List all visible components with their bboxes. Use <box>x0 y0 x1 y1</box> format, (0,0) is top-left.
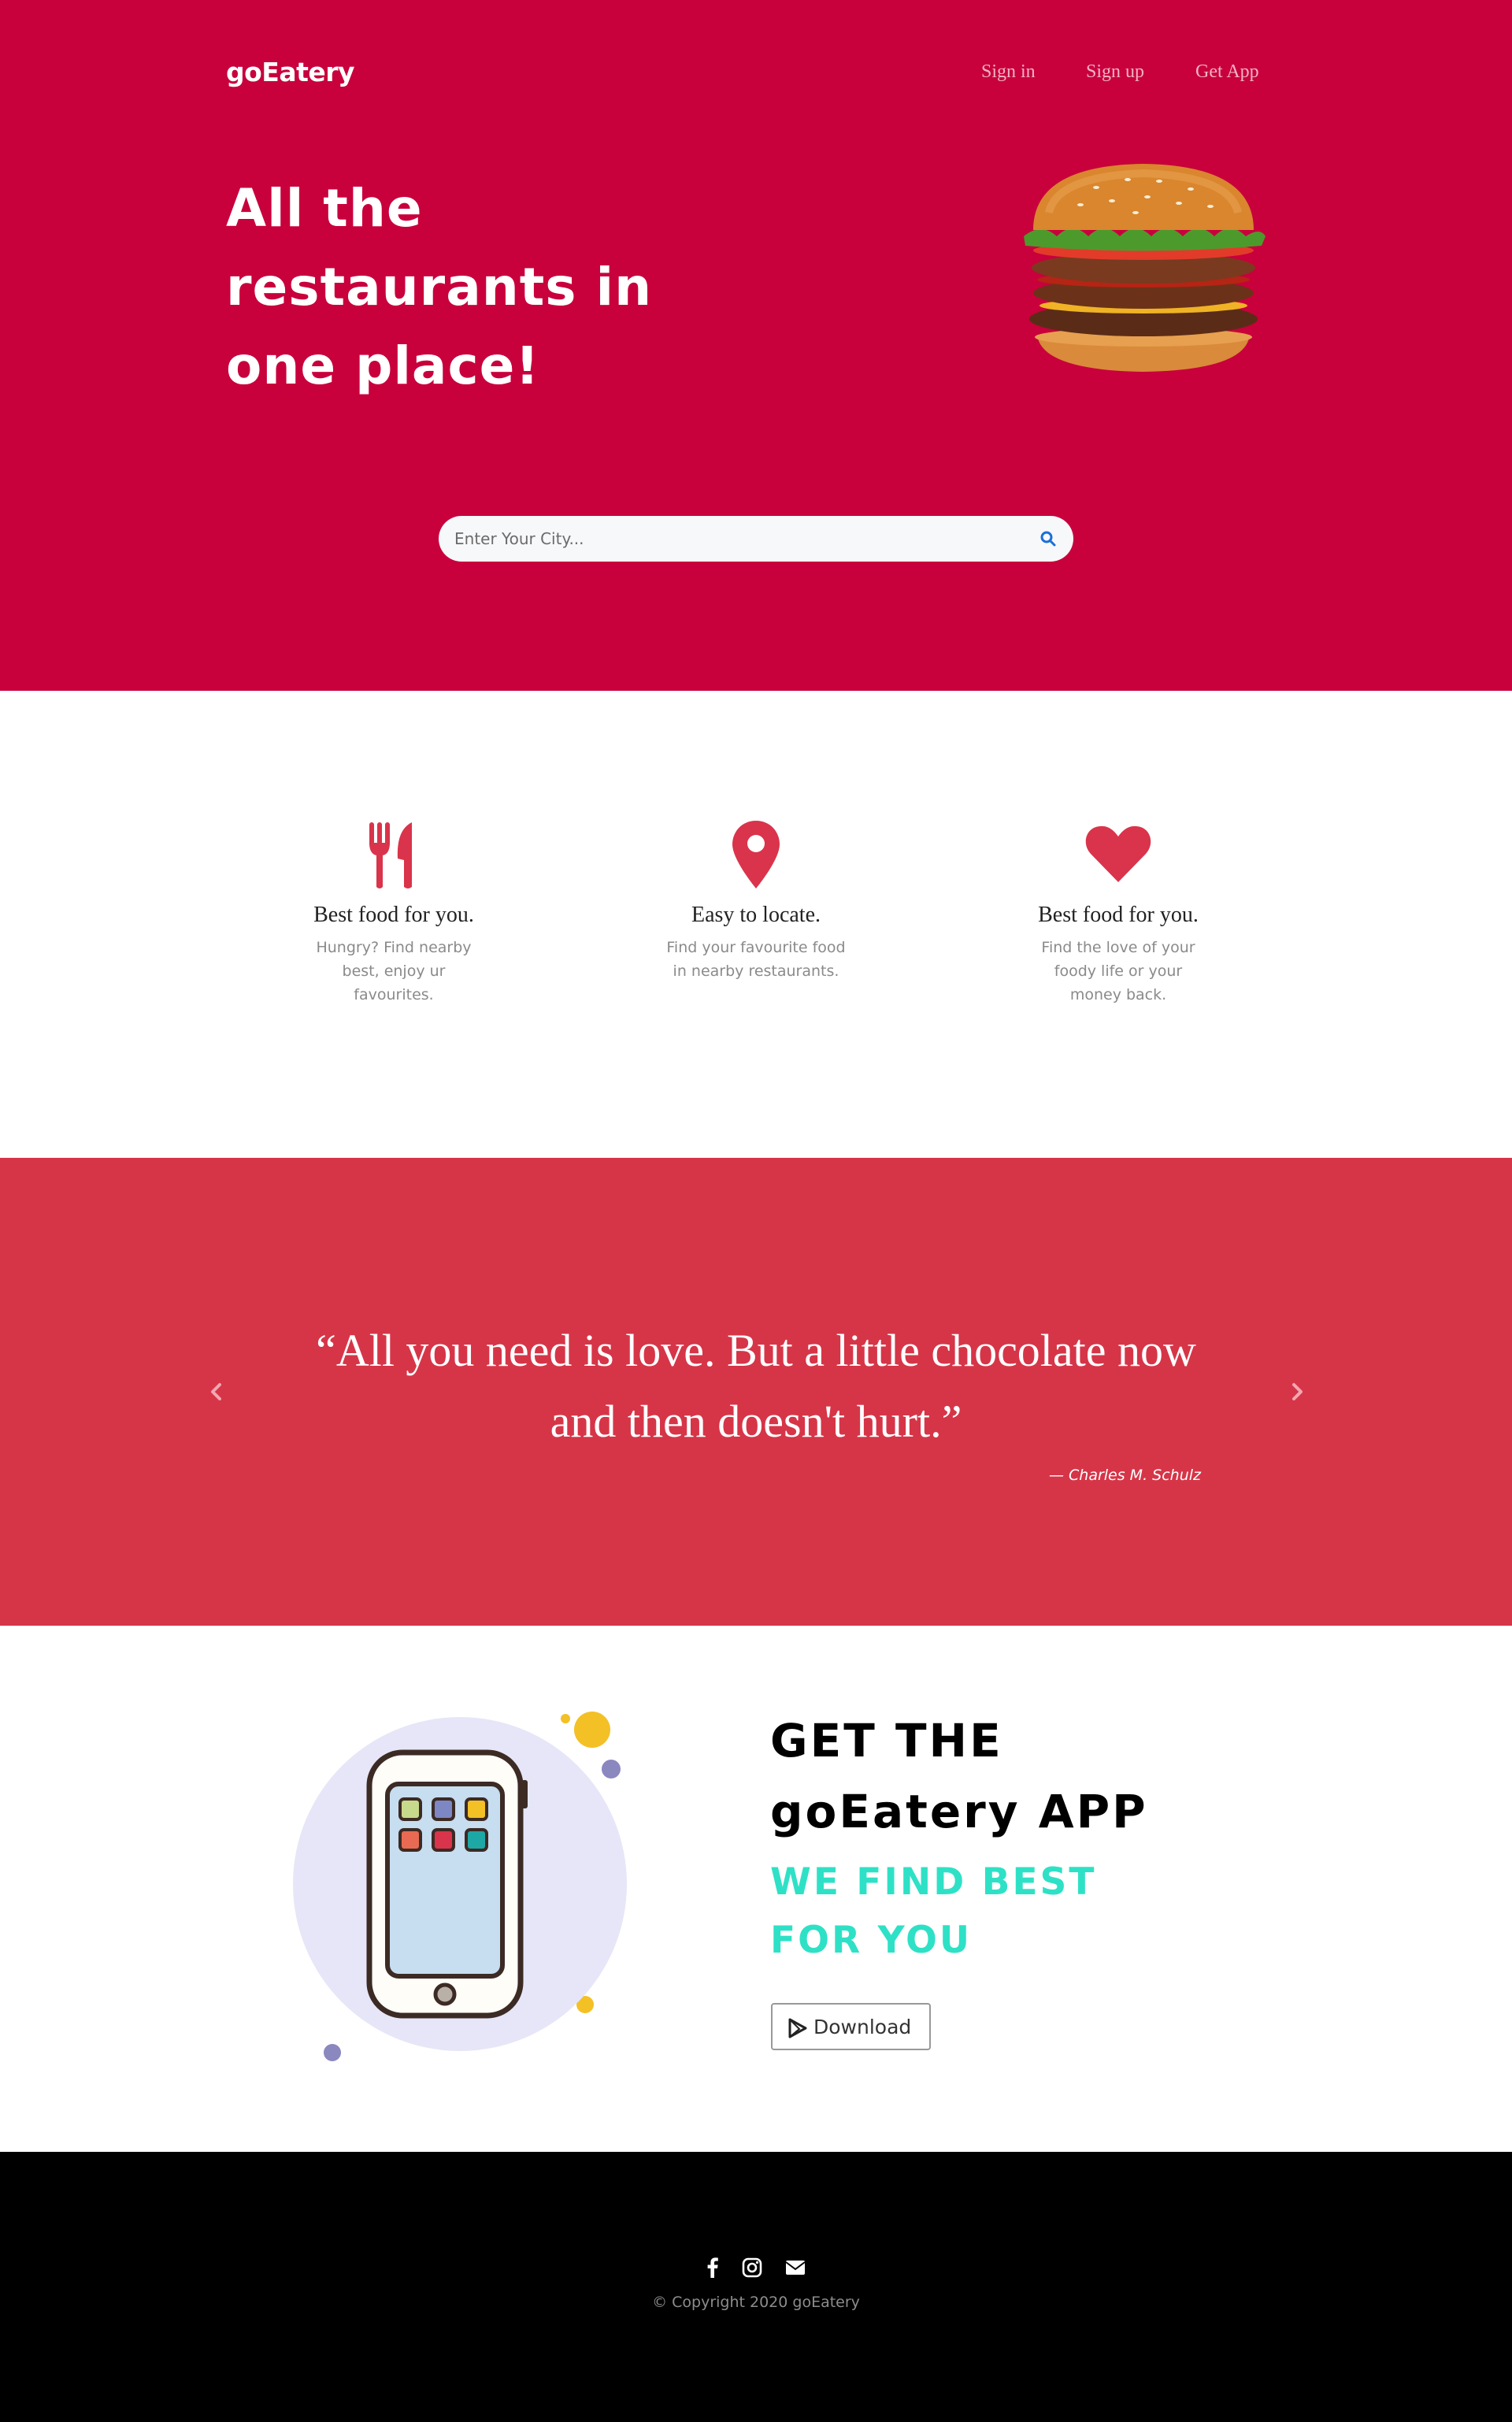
heart-icon <box>1085 825 1151 882</box>
search-icon[interactable] <box>1039 529 1058 548</box>
feature-title: Easy to locate. <box>691 903 821 927</box>
burger-image <box>1024 164 1266 372</box>
app-subtitle: WE FIND BEST FOR YOU <box>770 1853 1096 1970</box>
play-store-icon <box>788 2018 807 2038</box>
headline-line-3: one place! <box>226 336 540 396</box>
headline-line-1: All the <box>226 178 423 239</box>
instagram-icon[interactable] <box>740 2256 764 2279</box>
fork-knife-icon <box>369 822 412 888</box>
feature-card: Best food for you. Find the love of your… <box>992 819 1244 1007</box>
testimonial-quote: “All you need is love. But a little choc… <box>316 1325 1196 1447</box>
feature-card: Best food for you. Hungry? Find nearby b… <box>268 819 520 1007</box>
testimonial-author: — Charles M. Schulz <box>1048 1467 1201 1484</box>
app-subtitle-line-1: WE FIND BEST <box>770 1860 1097 1904</box>
hero-headline: All the restaurants in one place! <box>226 169 714 406</box>
app-title-line-1: GET THE <box>770 1714 1003 1767</box>
feature-text: Find the love of your foody life or your… <box>1041 939 1195 1003</box>
facebook-icon[interactable] <box>701 2256 724 2279</box>
feature-text: Hungry? Find nearby best, enjoy ur favou… <box>316 939 472 1003</box>
download-button[interactable]: Download <box>771 2003 931 2050</box>
app-title: GET THE goEatery APP <box>770 1705 1148 1847</box>
headline-line-2: restaurants in <box>226 257 653 317</box>
chevron-left-icon[interactable] <box>205 1380 228 1404</box>
feature-text: Find your favourite food in nearby resta… <box>666 939 846 980</box>
copyright-text: © Copyright 2020 goEatery <box>652 2294 860 2311</box>
nav-sign-up[interactable]: Sign up <box>1086 61 1144 83</box>
feature-title: Best food for you. <box>313 903 474 927</box>
app-title-line-2: goEatery APP <box>770 1785 1148 1838</box>
city-search-input[interactable] <box>454 516 1006 562</box>
hero-section: goEatery Sign in Sign up Get App All the… <box>0 0 1512 691</box>
download-label: Download <box>813 2016 912 2038</box>
feature-title: Best food for you. <box>1038 903 1199 927</box>
brand-logo[interactable]: goEatery <box>226 57 355 87</box>
testimonial-carousel: “All you need is love. But a little choc… <box>0 1158 1512 1626</box>
phone-illustration <box>293 1712 627 2061</box>
chevron-right-icon[interactable] <box>1285 1380 1309 1404</box>
location-pin-icon <box>732 821 780 888</box>
envelope-icon[interactable] <box>784 2256 807 2279</box>
app-subtitle-line-2: FOR YOU <box>770 1919 973 1962</box>
footer: © Copyright 2020 goEatery <box>0 2152 1512 2422</box>
nav-get-app[interactable]: Get App <box>1195 61 1259 83</box>
nav-sign-in[interactable]: Sign in <box>981 61 1036 83</box>
city-search-bar <box>439 516 1073 562</box>
feature-card: Easy to locate. Find your favourite food… <box>630 819 882 983</box>
